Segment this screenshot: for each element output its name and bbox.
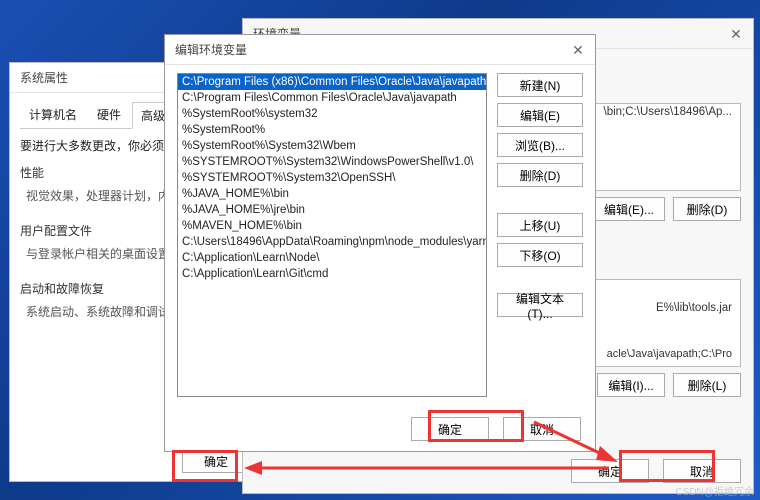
edit-cancel-button[interactable]: 取消: [503, 417, 581, 441]
close-icon[interactable]: ✕: [569, 41, 587, 59]
path-item[interactable]: C:\Application\Learn\Git\cmd: [178, 266, 486, 282]
sys-delete-button[interactable]: 删除(L): [673, 373, 741, 397]
edit-env-title: 编辑环境变量: [175, 41, 247, 58]
path-item[interactable]: C:\Application\Learn\Node\: [178, 250, 486, 266]
env-ok-button[interactable]: 确定: [571, 459, 649, 483]
edit-browse-button[interactable]: 浏览(B)...: [497, 133, 583, 157]
path-item[interactable]: %SYSTEMROOT%\System32\WindowsPowerShell\…: [178, 154, 486, 170]
system-properties-title: 系统属性: [20, 69, 68, 86]
close-icon[interactable]: ✕: [727, 25, 745, 43]
tab-hardware[interactable]: 硬件: [88, 101, 130, 128]
watermark: CSDN@拒绝冗余: [676, 483, 755, 498]
sys-edit-button[interactable]: 编辑(I)...: [597, 373, 665, 397]
path-listbox[interactable]: C:\Program Files (x86)\Common Files\Orac…: [177, 73, 487, 397]
path-item[interactable]: %SYSTEMROOT%\System32\OpenSSH\: [178, 170, 486, 186]
path-item[interactable]: %SystemRoot%\system32: [178, 106, 486, 122]
path-item[interactable]: C:\Program Files (x86)\Common Files\Orac…: [178, 74, 486, 90]
tab-computer-name[interactable]: 计算机名: [20, 101, 86, 128]
edit-env-titlebar: 编辑环境变量 ✕: [165, 35, 595, 65]
path-item[interactable]: %SystemRoot%\System32\Wbem: [178, 138, 486, 154]
edit-edit-button[interactable]: 编辑(E): [497, 103, 583, 127]
edit-ok-button[interactable]: 确定: [411, 417, 489, 441]
edit-new-button[interactable]: 新建(N): [497, 73, 583, 97]
edit-movedown-button[interactable]: 下移(O): [497, 243, 583, 267]
user-delete-button[interactable]: 删除(D): [673, 197, 741, 221]
edit-text-button[interactable]: 编辑文本(T)...: [497, 293, 583, 317]
path-item[interactable]: %MAVEN_HOME%\bin: [178, 218, 486, 234]
edit-moveup-button[interactable]: 上移(U): [497, 213, 583, 237]
path-item[interactable]: %JAVA_HOME%\jre\bin: [178, 202, 486, 218]
path-item[interactable]: %JAVA_HOME%\bin: [178, 186, 486, 202]
path-item[interactable]: C:\Program Files\Common Files\Oracle\Jav…: [178, 90, 486, 106]
edit-delete-button[interactable]: 删除(D): [497, 163, 583, 187]
sys-ok-button[interactable]: 确定: [182, 449, 250, 473]
path-item[interactable]: C:\Users\18496\AppData\Roaming\npm\node_…: [178, 234, 486, 250]
path-item[interactable]: %SystemRoot%: [178, 122, 486, 138]
edit-env-var-dialog: 编辑环境变量 ✕ C:\Program Files (x86)\Common F…: [164, 34, 596, 452]
user-edit-button[interactable]: 编辑(E)...: [593, 197, 665, 221]
env-cancel-button[interactable]: 取消: [663, 459, 741, 483]
